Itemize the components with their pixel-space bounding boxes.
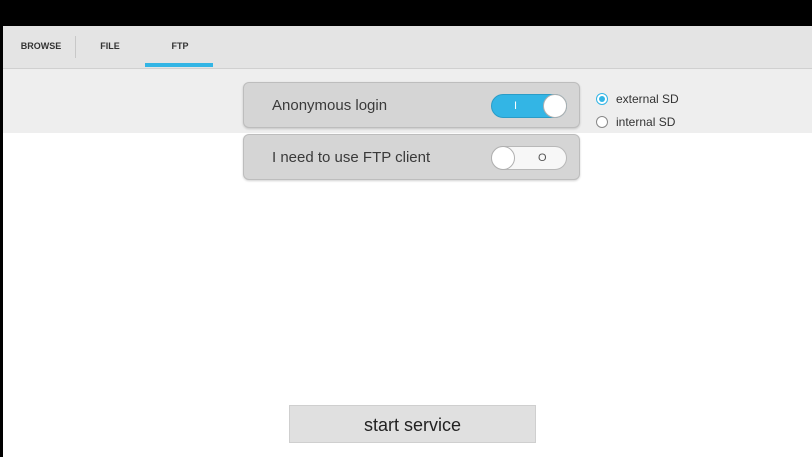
start-service-button[interactable]: start service <box>289 405 536 443</box>
tab-browse[interactable]: BROWSE <box>9 26 73 68</box>
ftp-client-toggle[interactable]: O <box>491 146 567 170</box>
toggle-on-text: I <box>514 100 518 112</box>
ftp-client-row: I need to use FTP client O <box>243 134 580 180</box>
tab-divider <box>75 36 76 58</box>
tab-file[interactable]: FILE <box>77 26 143 68</box>
ftp-client-label: I need to use FTP client <box>272 149 431 166</box>
radio-selected-icon[interactable] <box>596 93 608 105</box>
external-sd-option[interactable]: external SD <box>596 90 716 110</box>
toggle-knob <box>491 146 515 170</box>
anonymous-login-label: Anonymous login <box>272 97 388 114</box>
toggle-knob <box>543 94 567 118</box>
tab-bar: BROWSE FILE FTP <box>3 26 812 69</box>
internal-sd-label: internal SD <box>616 115 676 129</box>
status-bar <box>0 0 812 26</box>
internal-sd-option[interactable]: internal SD <box>596 113 716 133</box>
anonymous-login-toggle[interactable]: I <box>491 94 567 118</box>
radio-unselected-icon[interactable] <box>596 116 608 128</box>
toggle-off-text: O <box>538 152 547 164</box>
anonymous-login-row: Anonymous login I <box>243 82 580 128</box>
external-sd-label: external SD <box>616 92 679 106</box>
active-tab-indicator <box>145 63 213 67</box>
tab-ftp[interactable]: FTP <box>145 26 215 68</box>
